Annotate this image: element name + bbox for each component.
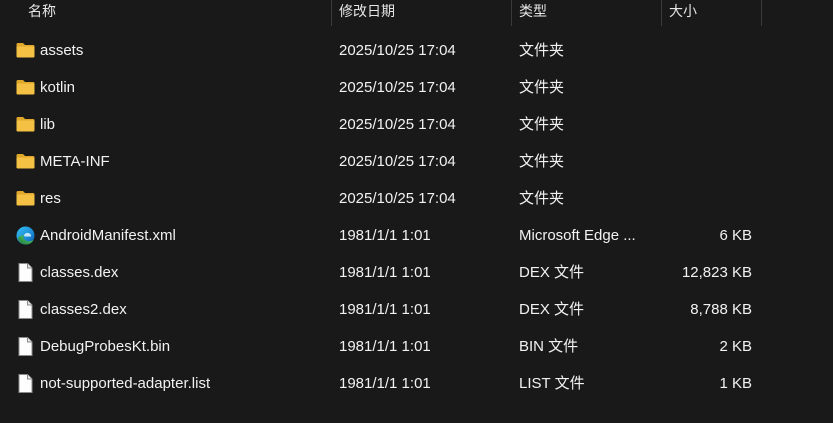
sort-ascending-icon: ⌃ (196, 0, 204, 5)
folder-icon (15, 77, 36, 98)
file-name: AndroidManifest.xml (40, 227, 176, 244)
file-icon (15, 336, 36, 357)
file-modified-date: 1981/1/1 1:01 (339, 338, 431, 355)
file-row[interactable]: lib 2025/10/25 17:04 文件夹 (0, 106, 833, 143)
file-type: 文件夹 (519, 79, 565, 96)
file-size (661, 69, 752, 106)
file-type: 文件夹 (519, 190, 565, 207)
file-size: 1 KB (719, 375, 752, 392)
file-name: kotlin (40, 79, 76, 96)
file-type: BIN 文件 (519, 338, 579, 355)
file-size: 12,823 KB (681, 264, 752, 281)
file-row[interactable]: not-supported-adapter.list 1981/1/1 1:01 L… (0, 365, 833, 402)
file-size (661, 143, 752, 180)
file-type: 文件夹 (519, 42, 565, 59)
file-modified-date: 1981/1/1 1:01 (339, 301, 431, 318)
file-size: 6 KB (719, 227, 752, 244)
file-row[interactable]: classes2.dex 1981/1/1 1:01 DEX 文件 8,788 KB (0, 291, 833, 328)
file-row[interactable]: assets 2025/10/25 17:04 文件夹 (0, 32, 833, 69)
column-header-date-label: 修改日期 (339, 3, 395, 19)
file-type: DEX 文件 (519, 301, 585, 318)
column-header-name-label: 名称 (28, 3, 56, 19)
file-name: classes.dex (40, 264, 119, 281)
file-row[interactable]: kotlin 2025/10/25 17:04 文件夹 (0, 69, 833, 106)
file-modified-date: 2025/10/25 17:04 (339, 116, 456, 133)
file-list: assets 2025/10/25 17:04 文件夹 kotlin 2025/10/2… (0, 32, 833, 402)
file-type: Microsoft Edge ... (519, 227, 636, 244)
file-modified-date: 1981/1/1 1:01 (339, 227, 431, 244)
edge-icon (15, 225, 36, 246)
folder-icon (15, 114, 36, 135)
file-row[interactable]: META-INF 2025/10/25 17:04 文件夹 (0, 143, 833, 180)
column-header-bar: 名称 ⌃ 修改日期 类型 大小 (0, 0, 833, 26)
folder-icon (15, 151, 36, 172)
file-size (661, 32, 752, 69)
column-header-name[interactable]: 名称 ⌃ (20, 0, 331, 26)
file-size: 2 KB (719, 338, 752, 355)
column-header-size[interactable]: 大小 (661, 0, 761, 26)
file-modified-date: 2025/10/25 17:04 (339, 190, 456, 207)
file-size: 8,788 KB (690, 301, 752, 318)
file-icon (15, 262, 36, 283)
file-name: res (40, 190, 61, 207)
file-type: DEX 文件 (519, 264, 585, 281)
column-header-date[interactable]: 修改日期 (331, 0, 511, 26)
file-icon (15, 299, 36, 320)
file-explorer: 名称 ⌃ 修改日期 类型 大小 assets 2025/10/25 17:04 文件… (0, 0, 833, 423)
folder-icon (15, 40, 36, 61)
file-type: 文件夹 (519, 153, 565, 170)
file-modified-date: 2025/10/25 17:04 (339, 153, 456, 170)
file-row[interactable]: res 2025/10/25 17:04 文件夹 (0, 180, 833, 217)
column-header-type-label: 类型 (519, 3, 547, 19)
file-row[interactable]: DebugProbesKt.bin 1981/1/1 1:01 BIN 文件 2 KB (0, 328, 833, 365)
column-header-size-label: 大小 (669, 3, 697, 19)
file-type: LIST 文件 (519, 375, 585, 392)
file-type: 文件夹 (519, 116, 565, 133)
file-row[interactable]: AndroidManifest.xml 1981/1/1 1:01 Microsof… (0, 217, 833, 254)
column-header-type[interactable]: 类型 (511, 0, 661, 26)
file-icon (15, 373, 36, 394)
file-name: classes2.dex (40, 301, 127, 318)
file-name: META-INF (40, 153, 110, 170)
file-size (661, 106, 752, 143)
file-modified-date: 1981/1/1 1:01 (339, 375, 431, 392)
folder-icon (15, 188, 36, 209)
file-name: DebugProbesKt.bin (40, 338, 171, 355)
file-modified-date: 1981/1/1 1:01 (339, 264, 431, 281)
file-modified-date: 2025/10/25 17:04 (339, 42, 456, 59)
file-name: not-supported-adapter.list (40, 375, 211, 392)
file-name: assets (40, 42, 84, 59)
file-modified-date: 2025/10/25 17:04 (339, 79, 456, 96)
column-divider[interactable] (761, 0, 762, 26)
file-name: lib (40, 116, 56, 133)
file-size (661, 180, 752, 217)
file-row[interactable]: classes.dex 1981/1/1 1:01 DEX 文件 12,823 KB (0, 254, 833, 291)
